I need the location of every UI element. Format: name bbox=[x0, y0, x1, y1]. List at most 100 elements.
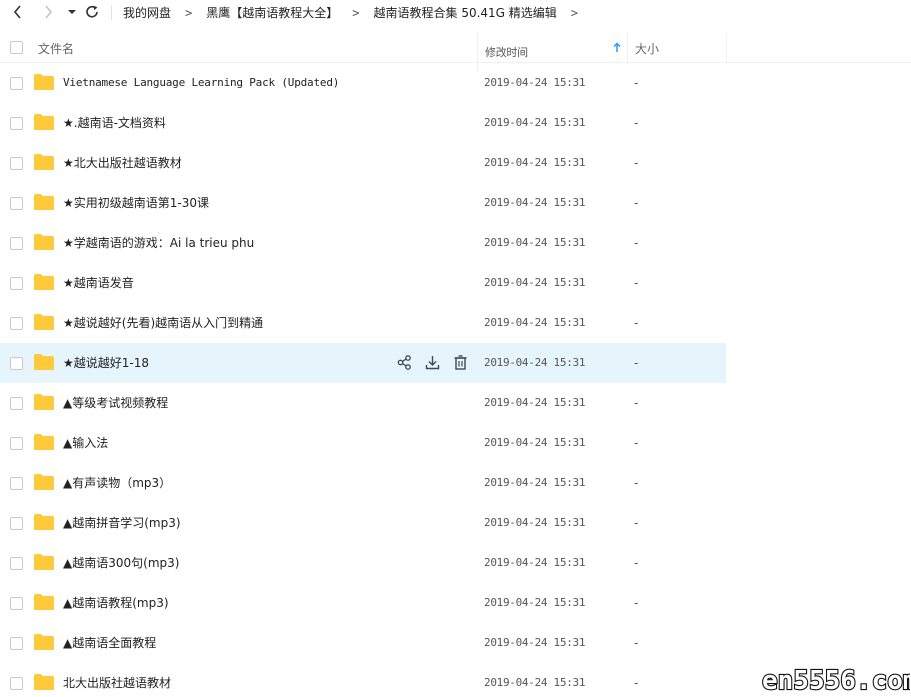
refresh-icon bbox=[86, 5, 98, 18]
file-name[interactable]: ★越南语发音 bbox=[63, 263, 134, 303]
file-row[interactable]: ★.越南语-文档资料 2019-04-24 15:31 - bbox=[0, 103, 726, 143]
file-row[interactable]: ▲输入法 2019-04-24 15:31 - bbox=[0, 423, 726, 463]
file-size: - bbox=[634, 76, 639, 90]
breadcrumb: 我的网盘 > 黑鹰【越南语教程大全】 > 越南语教程合集 50.41G 精选编辑… bbox=[123, 4, 592, 21]
row-checkbox[interactable] bbox=[10, 397, 23, 410]
file-mtime: 2019-04-24 15:31 bbox=[484, 236, 586, 249]
svg-text:en5556.com: en5556.com bbox=[762, 666, 910, 696]
file-row[interactable]: ▲越南语教程(mp3) 2019-04-24 15:31 - bbox=[0, 583, 726, 623]
breadcrumb-item-root[interactable]: 我的网盘 bbox=[123, 4, 171, 21]
file-size: - bbox=[634, 596, 639, 610]
file-name[interactable]: 北大出版社越语教材 bbox=[63, 663, 171, 697]
file-row[interactable]: Vietnamese Language Learning Pack (Updat… bbox=[0, 63, 726, 103]
column-header-size[interactable]: 大小 bbox=[627, 33, 726, 63]
folder-icon bbox=[33, 273, 55, 291]
row-checkbox[interactable] bbox=[10, 357, 23, 370]
share-button[interactable] bbox=[396, 354, 413, 371]
chevron-right-icon bbox=[45, 5, 53, 19]
file-size: - bbox=[634, 476, 639, 490]
folder-icon bbox=[33, 593, 55, 611]
file-mtime: 2019-04-24 15:31 bbox=[484, 76, 586, 89]
file-size: - bbox=[634, 676, 639, 690]
file-row[interactable]: ★学越南语的游戏：Ai la trieu phu 2019-04-24 15:31… bbox=[0, 223, 726, 263]
file-row[interactable]: ★北大出版社越语教材 2019-04-24 15:31 - bbox=[0, 143, 726, 183]
file-row[interactable]: ▲等级考试视频教程 2019-04-24 15:31 - bbox=[0, 383, 726, 423]
file-name[interactable]: ▲越南拼音学习(mp3) bbox=[63, 503, 181, 543]
file-name[interactable]: ▲输入法 bbox=[63, 423, 108, 463]
file-name[interactable]: ▲等级考试视频教程 bbox=[63, 383, 168, 423]
file-name[interactable]: Vietnamese Language Learning Pack (Updat… bbox=[63, 63, 339, 103]
file-name[interactable]: ▲有声读物（mp3） bbox=[63, 463, 171, 503]
file-mtime: 2019-04-24 15:31 bbox=[484, 636, 586, 649]
file-size: - bbox=[634, 196, 639, 210]
file-row[interactable]: ▲有声读物（mp3） 2019-04-24 15:31 - bbox=[0, 463, 726, 503]
column-header-size-label: 大小 bbox=[635, 41, 660, 56]
download-button[interactable] bbox=[424, 354, 441, 371]
row-checkbox[interactable] bbox=[10, 677, 23, 690]
column-header-name[interactable]: 文件名 bbox=[38, 33, 476, 63]
select-all-checkbox[interactable] bbox=[10, 41, 23, 54]
breadcrumb-separator[interactable]: > bbox=[571, 6, 578, 20]
file-mtime: 2019-04-24 15:31 bbox=[484, 556, 586, 569]
file-size: - bbox=[634, 156, 639, 170]
row-checkbox[interactable] bbox=[10, 117, 23, 130]
row-checkbox[interactable] bbox=[10, 477, 23, 490]
row-checkbox[interactable] bbox=[10, 77, 23, 90]
row-checkbox[interactable] bbox=[10, 557, 23, 570]
row-checkbox[interactable] bbox=[10, 317, 23, 330]
row-checkbox[interactable] bbox=[10, 157, 23, 170]
file-size: - bbox=[634, 356, 639, 370]
folder-icon bbox=[33, 193, 55, 211]
file-mtime: 2019-04-24 15:31 bbox=[484, 196, 586, 209]
file-name[interactable]: ★北大出版社越语教材 bbox=[63, 143, 182, 183]
share-icon bbox=[397, 355, 412, 370]
file-row[interactable]: ★越南语发音 2019-04-24 15:31 - bbox=[0, 263, 726, 303]
file-mtime: 2019-04-24 15:31 bbox=[484, 116, 586, 129]
row-checkbox[interactable] bbox=[10, 277, 23, 290]
file-size: - bbox=[634, 436, 639, 450]
file-mtime: 2019-04-24 15:31 bbox=[484, 436, 586, 449]
file-mtime: 2019-04-24 15:31 bbox=[484, 516, 586, 529]
file-size: - bbox=[634, 516, 639, 530]
row-checkbox[interactable] bbox=[10, 597, 23, 610]
file-name[interactable]: ▲越南语全面教程 bbox=[63, 623, 156, 663]
row-checkbox[interactable] bbox=[10, 437, 23, 450]
row-actions bbox=[396, 354, 469, 372]
file-name[interactable]: ★越说越好1-18 bbox=[63, 343, 149, 383]
folder-icon bbox=[33, 233, 55, 251]
breadcrumb-item-parent[interactable]: 黑鹰【越南语教程大全】 bbox=[206, 4, 338, 21]
top-navigation-bar: 我的网盘 > 黑鹰【越南语教程大全】 > 越南语教程合集 50.41G 精选编辑… bbox=[0, 0, 911, 25]
folder-icon bbox=[33, 153, 55, 171]
history-dropdown-button[interactable] bbox=[63, 3, 81, 21]
file-row[interactable]: ▲越南语300句(mp3) 2019-04-24 15:31 - bbox=[0, 543, 726, 583]
file-name[interactable]: ▲越南语教程(mp3) bbox=[63, 583, 169, 623]
refresh-button[interactable] bbox=[83, 3, 101, 21]
delete-button[interactable] bbox=[452, 354, 469, 371]
breadcrumb-separator: > bbox=[185, 5, 193, 20]
file-row[interactable]: ★越说越好1-18 2019-04-24 15:31 - bbox=[0, 343, 726, 383]
file-row[interactable]: ★实用初级越南语第1-30课 2019-04-24 15:31 - bbox=[0, 183, 726, 223]
row-checkbox[interactable] bbox=[10, 637, 23, 650]
row-checkbox[interactable] bbox=[10, 517, 23, 530]
row-checkbox[interactable] bbox=[10, 237, 23, 250]
file-mtime: 2019-04-24 15:31 bbox=[484, 676, 586, 689]
delete-icon bbox=[453, 355, 468, 370]
file-row[interactable]: ▲越南拼音学习(mp3) 2019-04-24 15:31 - bbox=[0, 503, 726, 543]
row-checkbox[interactable] bbox=[10, 197, 23, 210]
file-row[interactable]: 北大出版社越语教材 2019-04-24 15:31 - bbox=[0, 663, 726, 697]
forward-button[interactable] bbox=[39, 3, 57, 21]
file-row[interactable]: ★越说越好(先看)越南语从入门到精通 2019-04-24 15:31 - bbox=[0, 303, 726, 343]
file-name[interactable]: ★学越南语的游戏：Ai la trieu phu bbox=[63, 223, 254, 263]
file-name[interactable]: ★.越南语-文档资料 bbox=[63, 103, 166, 143]
file-row[interactable]: ▲越南语全面教程 2019-04-24 15:31 - bbox=[0, 623, 726, 663]
back-button[interactable] bbox=[9, 3, 27, 21]
folder-icon bbox=[33, 513, 55, 531]
column-divider bbox=[726, 33, 727, 63]
file-name[interactable]: ★实用初级越南语第1-30课 bbox=[63, 183, 209, 223]
file-name[interactable]: ▲越南语300句(mp3) bbox=[63, 543, 179, 583]
file-size: - bbox=[634, 316, 639, 330]
folder-icon bbox=[33, 73, 55, 91]
file-mtime: 2019-04-24 15:31 bbox=[484, 476, 586, 489]
file-name[interactable]: ★越说越好(先看)越南语从入门到精通 bbox=[63, 303, 263, 343]
breadcrumb-item-current[interactable]: 越南语教程合集 50.41G 精选编辑 bbox=[374, 4, 557, 21]
